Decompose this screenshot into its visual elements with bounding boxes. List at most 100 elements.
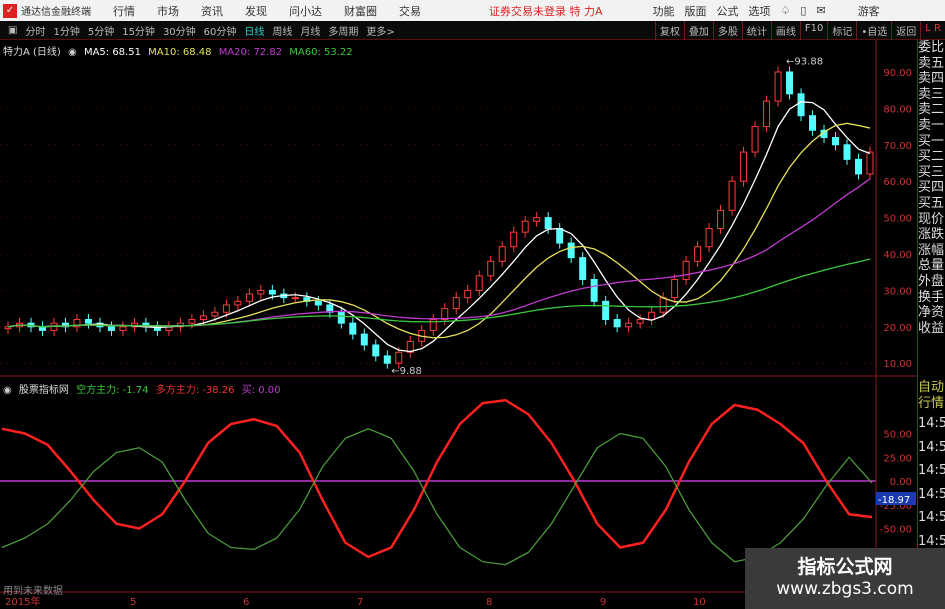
price-tick: 80.00 — [883, 104, 912, 115]
candle — [590, 278, 598, 302]
candle — [763, 100, 771, 128]
time-tick: 6 — [243, 597, 249, 608]
chart-canvas[interactable]: 90.0080.0070.0060.0050.0040.0030.0020.00… — [0, 0, 917, 609]
lr-icon[interactable]: L R — [920, 21, 945, 40]
quote-label: 买一 — [918, 133, 945, 149]
candle — [659, 297, 667, 313]
watermark-url: www.zbgs3.com — [776, 579, 914, 599]
high-label: ←93.88 — [786, 57, 823, 68]
candle — [694, 246, 702, 262]
quote-label: 委比 — [918, 40, 945, 55]
candle — [199, 315, 207, 321]
candle — [383, 355, 391, 364]
candle — [728, 180, 736, 211]
quote-label: 外盘 — [918, 273, 945, 289]
price-tick: 50.00 — [883, 214, 912, 225]
candle — [395, 351, 403, 364]
candle — [222, 304, 230, 313]
candle — [797, 93, 805, 117]
indicator-tick: 50.00 — [883, 430, 912, 441]
quote-label: 卖四 — [918, 71, 945, 87]
watermark: 指标公式网 www.zbgs3.com — [745, 548, 945, 609]
candle — [119, 326, 127, 331]
candle — [786, 71, 794, 95]
candle — [556, 228, 564, 244]
tick-time: 14:56 — [918, 510, 945, 526]
candle — [107, 326, 115, 331]
price-tick: 20.00 — [883, 323, 912, 334]
candle — [84, 319, 92, 324]
price-tick: 60.00 — [883, 177, 912, 188]
quote-label: 现价 — [918, 211, 945, 227]
quote-label: 卖三 — [918, 86, 945, 102]
tick-time: 14:56 — [918, 463, 945, 479]
candle — [579, 257, 587, 280]
candle — [567, 242, 575, 259]
time-tick: 8 — [486, 597, 492, 608]
candle — [843, 144, 851, 160]
short-force-line — [1, 428, 873, 566]
quote-label: 卖二 — [918, 102, 945, 118]
quote-label: 净资 — [918, 305, 945, 321]
quote-panel: 委比 卖五 卖四 卖三 卖二 卖一 买一 买二 买三 买四 买五 现价 涨跌 涨幅 总量 外盘 换手 净资 收益 自动… — [917, 40, 945, 609]
candle — [487, 260, 495, 277]
auto-quote-label[interactable]: 自动 — [918, 380, 945, 396]
candle — [372, 344, 380, 357]
candle — [809, 115, 817, 131]
price-tick: 70.00 — [883, 141, 912, 152]
candle — [671, 278, 679, 299]
candle — [544, 217, 552, 230]
quote-label: 买五 — [918, 195, 945, 211]
quote-label: 卖五 — [918, 55, 945, 71]
candle — [314, 300, 322, 306]
long-force-line — [1, 399, 873, 559]
candle — [452, 297, 460, 310]
quote-label: 涨幅 — [918, 242, 945, 258]
time-tick: 9 — [600, 597, 606, 608]
low-label: ←9.88 — [391, 366, 422, 377]
candle — [521, 220, 529, 233]
candle — [602, 300, 610, 321]
ma60-line — [7, 258, 871, 328]
price-tick: 90.00 — [883, 68, 912, 79]
current-value: -18.97 — [878, 495, 910, 506]
quote-label: 换手 — [918, 289, 945, 305]
quote-label: 收益 — [918, 320, 945, 336]
quote-label: 卖一 — [918, 117, 945, 133]
candle — [705, 228, 713, 248]
quote-label: 总量 — [918, 258, 945, 274]
candle — [625, 322, 633, 328]
candle — [855, 158, 863, 175]
time-tick: 7 — [357, 597, 363, 608]
candle — [751, 126, 759, 153]
candle — [245, 293, 253, 302]
candle — [188, 319, 196, 324]
quote-label: 买四 — [918, 180, 945, 196]
price-tick: 40.00 — [883, 250, 912, 261]
candle — [636, 319, 644, 324]
candle — [510, 231, 518, 248]
candle — [866, 151, 874, 175]
indicator-tick: -50.00 — [880, 525, 912, 536]
price-tick: 10.00 — [883, 359, 912, 370]
candle — [613, 319, 621, 328]
indicator-tick: 25.00 — [883, 453, 912, 464]
time-tick: 5 — [130, 597, 136, 608]
tick-time: 14:56 — [918, 439, 945, 455]
indicator-tick: 0.00 — [890, 477, 912, 488]
quote-label: 买三 — [918, 164, 945, 180]
candle — [832, 137, 840, 146]
price-tick: 30.00 — [883, 286, 912, 297]
candle — [337, 311, 345, 324]
future-data-note: 用到未来数据 — [3, 586, 63, 597]
candle — [441, 308, 449, 321]
candle — [682, 260, 690, 280]
auto-quote-label[interactable]: 行情 — [918, 396, 945, 412]
candle — [740, 151, 748, 182]
quote-label: 涨跌 — [918, 227, 945, 243]
candle — [464, 289, 472, 299]
candle — [360, 333, 368, 346]
candle — [291, 297, 299, 300]
candle — [648, 311, 656, 321]
candle — [349, 322, 357, 335]
